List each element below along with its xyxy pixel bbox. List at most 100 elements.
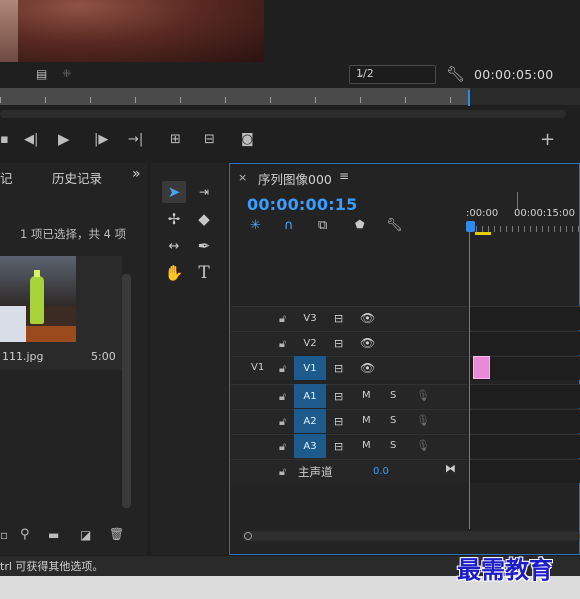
work-area-bar[interactable] (475, 232, 491, 235)
program-monitor-video (0, 0, 264, 62)
lock-icon[interactable]: 🔓︎ (279, 337, 286, 351)
track-header-master[interactable] (231, 459, 468, 483)
razor-tool-icon[interactable]: ◆ (192, 208, 216, 230)
step-forward-icon[interactable]: |▶ (94, 128, 108, 150)
solo-button[interactable]: S (390, 390, 396, 401)
sync-lock-icon[interactable]: ⊟ (334, 440, 343, 453)
lock-icon[interactable]: 🔓︎ (279, 440, 286, 454)
grip-icon[interactable]: ⁜ (62, 67, 71, 80)
new-item-icon[interactable]: ◪ (80, 528, 91, 542)
scroll-knob[interactable] (244, 532, 252, 540)
pen-tool-icon[interactable]: ✒ (192, 235, 216, 257)
lock-icon[interactable]: 🔓︎ (279, 465, 286, 479)
track-label-v3[interactable]: V3 (294, 306, 326, 330)
panel-menu-icon[interactable]: ≡ (339, 169, 349, 183)
tab-history[interactable]: 历史记录 (52, 168, 102, 187)
camera-icon[interactable]: ◙ (241, 128, 254, 150)
go-to-out-icon[interactable]: →| (128, 128, 143, 150)
timeline-settings-wrench-icon[interactable]: 🔧︎ (386, 218, 403, 233)
play-icon[interactable]: ▶ (58, 128, 70, 150)
lock-icon[interactable]: 🔓︎ (279, 312, 286, 326)
tab-partial[interactable]: 记 (0, 168, 13, 187)
hand-tool-icon[interactable]: ✋ (162, 262, 186, 284)
track-header-a3[interactable] (231, 434, 468, 458)
project-scrollbar[interactable] (122, 274, 131, 508)
track-lane-a1[interactable] (470, 384, 580, 408)
panel-overflow-icon[interactable]: » (132, 166, 141, 182)
track-lane-a3[interactable] (470, 434, 580, 458)
track-label-a2[interactable]: A2 (294, 409, 326, 433)
track-header-v2[interactable] (231, 331, 468, 355)
sync-lock-icon[interactable]: ⊟ (334, 312, 343, 325)
solo-button[interactable]: S (390, 440, 396, 451)
sync-lock-icon[interactable]: ⊟ (334, 415, 343, 428)
selection-info: 1 项已选择，共 4 项 (20, 227, 127, 241)
track-header-v3[interactable] (231, 306, 468, 330)
type-tool-icon[interactable]: T (192, 262, 216, 284)
film-icon[interactable]: ▤ (36, 67, 47, 81)
track-lane-a2[interactable] (470, 409, 580, 433)
lock-icon[interactable]: 🔓︎ (279, 362, 286, 376)
mute-button[interactable]: M (362, 440, 371, 451)
track-select-tool-icon[interactable]: ⇥ (192, 181, 216, 203)
solo-button[interactable]: S (390, 415, 396, 426)
mark-out-icon[interactable]: ▪ (0, 128, 9, 150)
eye-icon[interactable]: 👁︎ (360, 336, 375, 350)
track-label-a3[interactable]: A3 (294, 434, 326, 458)
close-icon[interactable]: × (238, 171, 247, 184)
ruler-label-start: :00:00 (466, 208, 499, 219)
eye-icon[interactable]: 👁︎ (360, 361, 375, 375)
mute-button[interactable]: M (362, 390, 371, 401)
track-lane-master[interactable] (470, 459, 580, 483)
step-back-icon[interactable]: ◀| (24, 128, 38, 150)
zoom-select[interactable]: 1/2 ⌄ (349, 65, 436, 84)
add-button-icon[interactable]: + (540, 128, 555, 150)
master-volume-value[interactable]: 0.0 (373, 466, 389, 477)
monitor-playhead[interactable] (468, 90, 470, 106)
track-label-v2[interactable]: V2 (294, 331, 326, 355)
track-header-a1[interactable] (231, 384, 468, 408)
add-marker-icon[interactable]: ⬟ (355, 218, 365, 231)
ripple-edit-tool-icon[interactable]: ✢ (162, 208, 186, 230)
clip-thumbnail[interactable] (0, 256, 76, 342)
slip-tool-icon[interactable]: ↔ (162, 235, 186, 257)
timeline-ruler[interactable]: :00:00 00:00:15:00 (466, 208, 580, 220)
wrench-icon[interactable]: 🔧︎ (446, 65, 465, 83)
timeline-scrollbar[interactable] (242, 531, 580, 541)
track-label-a1[interactable]: A1 (294, 384, 326, 408)
track-header-v1[interactable] (231, 356, 468, 380)
playhead-line (469, 232, 470, 529)
track-lane-v2[interactable] (470, 331, 580, 355)
microphone-icon[interactable]: 🎙︎ (416, 439, 430, 452)
folder-icon[interactable]: ▬ (48, 528, 59, 542)
microphone-icon[interactable]: 🎙︎ (416, 389, 430, 402)
lock-icon[interactable]: 🔓︎ (279, 390, 286, 404)
monitor-zoom-scrollbar[interactable] (0, 110, 566, 118)
lock-icon[interactable]: 🔓︎ (279, 415, 286, 429)
sync-lock-icon[interactable]: ⊟ (334, 362, 343, 375)
timeline-clip[interactable] (473, 356, 490, 379)
track-label-v1[interactable]: V1 (294, 356, 326, 380)
track-header-a2[interactable] (231, 409, 468, 433)
list-view-icon[interactable]: ▫ (0, 528, 8, 542)
snap-magnet-icon[interactable]: ∩ (284, 218, 294, 233)
track-lane-v3[interactable] (470, 306, 580, 330)
selection-tool-icon[interactable]: ➤ (162, 181, 186, 203)
nest-icon[interactable]: ✳ (250, 218, 261, 233)
overwrite-icon[interactable]: ⊟ (204, 128, 215, 150)
source-patch-v1[interactable]: V1 (251, 362, 264, 373)
sequence-tab-title[interactable]: 序列图像000 (258, 169, 332, 188)
sync-lock-icon[interactable]: ⊟ (334, 390, 343, 403)
search-icon[interactable]: ⚲ (20, 527, 30, 542)
monitor-scrub-bar[interactable] (0, 88, 470, 105)
mute-button[interactable]: M (362, 415, 371, 426)
go-to-end-icon[interactable]: ⧓ (445, 462, 456, 475)
eye-icon[interactable]: 👁︎ (360, 311, 375, 325)
insert-icon[interactable]: ⊞ (170, 128, 181, 150)
sync-lock-icon[interactable]: ⊟ (334, 337, 343, 350)
playhead-handle[interactable] (466, 221, 475, 232)
trash-icon[interactable]: 🗑︎ (109, 527, 124, 541)
timeline-timecode[interactable]: 00:00:00:15 (247, 195, 357, 214)
microphone-icon[interactable]: 🎙︎ (416, 414, 430, 427)
linked-selection-icon[interactable]: ⧉ (318, 218, 327, 233)
